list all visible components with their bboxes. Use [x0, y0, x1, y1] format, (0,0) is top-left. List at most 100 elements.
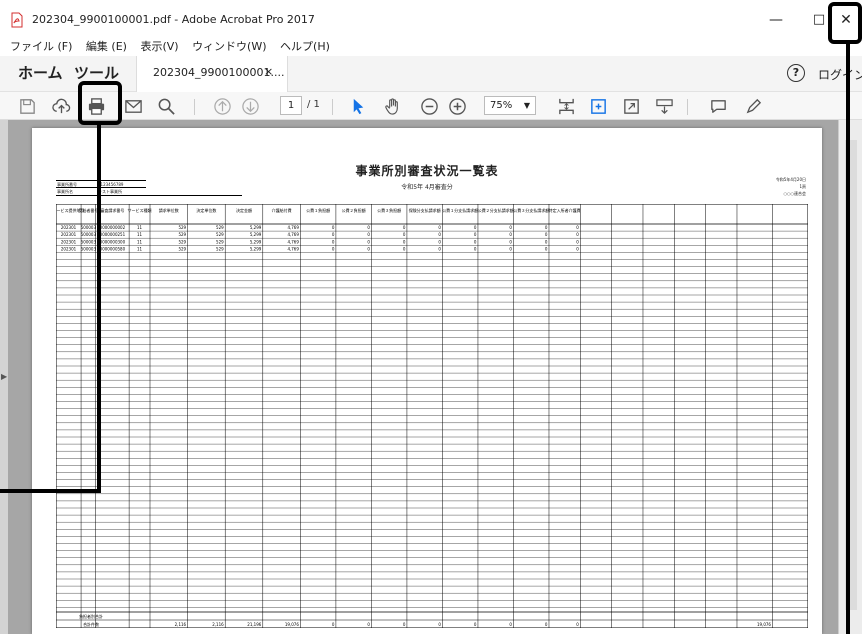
close-button-highlight — [828, 2, 862, 44]
toolbar-divider — [687, 99, 688, 115]
search-icon[interactable] — [155, 96, 177, 116]
callout-line — [97, 124, 101, 493]
table-cell: 500003 — [81, 232, 97, 237]
minimize-button[interactable]: — — [756, 6, 796, 34]
column-header: 審査請求番号 — [100, 207, 124, 213]
office-name-label: 事業所名 — [57, 189, 73, 194]
save-icon[interactable] — [16, 96, 38, 116]
table-cell: 4,769 — [287, 246, 299, 251]
table-cell: 5,299 — [250, 246, 262, 251]
table-cell: 0 — [367, 239, 370, 244]
pdf-file-icon — [11, 12, 23, 28]
footer-value: 0 — [403, 622, 406, 627]
hand-tool-icon[interactable] — [382, 96, 404, 116]
table-cell: 0 — [474, 232, 477, 237]
callout-line — [846, 43, 850, 634]
footer-value: 0 — [474, 622, 477, 627]
highlight-pen-icon[interactable] — [742, 96, 764, 116]
expand-panel-icon[interactable]: ▶ — [1, 372, 7, 381]
select-cursor-icon[interactable] — [347, 96, 369, 116]
zoom-level-select[interactable]: 75% ▼ — [484, 96, 536, 115]
report-date: 令和5年4月20日 — [775, 177, 806, 182]
column-header: 受給者番号 — [78, 207, 98, 213]
pdf-page: 事業所別審査状況一覧表 令和5年 4月審査分 令和5年4月20日 1頁 ○○○連… — [32, 128, 822, 634]
column-header: 決定単位数 — [196, 207, 216, 213]
column-header: 公費２負担額 — [342, 207, 366, 213]
table-cell: 202301 — [61, 239, 77, 244]
table-cell: 0 — [438, 225, 441, 230]
table-cell: 0 — [403, 232, 406, 237]
table-cell: 0 — [576, 232, 579, 237]
table-cell: 0 — [367, 246, 370, 251]
full-screen-icon[interactable] — [620, 96, 642, 116]
table-cell: 500003 — [81, 225, 97, 230]
column-header: 公費２分支払請求額 — [478, 207, 514, 213]
table-cell: 0 — [576, 225, 579, 230]
callout-line — [0, 489, 101, 493]
menu-window[interactable]: ウィンドウ(W) — [192, 40, 266, 53]
zoom-out-icon[interactable] — [418, 96, 440, 116]
column-header: 決定金額 — [236, 207, 252, 213]
chevron-down-icon: ▼ — [523, 101, 530, 110]
menu-view[interactable]: 表示(V) — [140, 40, 178, 53]
table-cell: 529 — [216, 232, 224, 237]
table-cell: 11 — [137, 239, 143, 244]
footer-value: 0 — [438, 622, 441, 627]
table-cell: 5,299 — [250, 239, 262, 244]
table-cell: 4,769 — [287, 239, 299, 244]
table-cell: 0 — [576, 239, 579, 244]
left-panel-toggle[interactable]: ▶ — [0, 120, 8, 634]
tab-document[interactable]: 202304_9900100001.... × — [136, 56, 288, 92]
help-icon[interactable]: ? — [787, 64, 805, 82]
table-cell: 4,769 — [287, 225, 299, 230]
table-cell: 0 — [545, 239, 548, 244]
table-cell: 5,299 — [250, 225, 262, 230]
fit-page-icon[interactable] — [555, 96, 577, 116]
menu-file[interactable]: ファイル (F) — [10, 40, 72, 53]
table-cell: 5,299 — [250, 232, 262, 237]
document-title: 事業所別審査状況一覧表 — [355, 164, 499, 178]
review-status-table: サービス提供年月受給者番号審査請求番号サービス種類請求単位数決定単位数決定金額介… — [56, 204, 808, 628]
menu-edit[interactable]: 編集 (E) — [86, 40, 127, 53]
table-cell: 0 — [367, 225, 370, 230]
table-cell: 529 — [216, 239, 224, 244]
email-icon[interactable] — [122, 96, 144, 116]
footer-value: 0 — [367, 622, 370, 627]
document-workspace: ▶ 事業所別審査状況一覧表 令和5年 4月審査分 令和5年4月20日 1頁 ○○… — [0, 120, 862, 634]
close-tab-icon[interactable]: × — [264, 65, 273, 78]
zoom-in-icon[interactable] — [446, 96, 468, 116]
table-cell: 4,769 — [287, 232, 299, 237]
login-link[interactable]: ログイン — [818, 66, 862, 83]
table-cell: 202301 — [61, 246, 77, 251]
table-cell: 0 — [332, 239, 335, 244]
table-cell: 0 — [332, 232, 335, 237]
rotate-view-icon[interactable] — [587, 96, 609, 116]
menu-help[interactable]: ヘルプ(H) — [280, 40, 330, 53]
table-cell: 0 — [367, 232, 370, 237]
comment-icon[interactable] — [707, 96, 729, 116]
table-cell: 0 — [545, 225, 548, 230]
table-cell: 0 — [545, 246, 548, 251]
previous-page-icon[interactable] — [211, 96, 233, 116]
footer-value: 2,116 — [212, 622, 224, 627]
cloud-upload-icon[interactable] — [50, 96, 72, 116]
right-panel — [838, 120, 862, 634]
table-cell: 11 — [137, 246, 143, 251]
menu-bar: ファイル (F) 編集 (E) 表示(V) ウィンドウ(W) ヘルプ(H) — [0, 34, 862, 56]
next-page-icon[interactable] — [239, 96, 261, 116]
table-cell: 202301 — [61, 225, 77, 230]
table-cell: 0 — [474, 246, 477, 251]
table-cell: 0000000580 — [100, 246, 126, 251]
table-cell: 500003 — [81, 246, 97, 251]
column-header: 請求単位数 — [159, 207, 179, 213]
scroll-mode-icon[interactable] — [653, 96, 675, 116]
column-header: 特定入所者介護費 — [549, 207, 581, 213]
print-button-highlight — [78, 81, 122, 125]
page-number-input[interactable]: 1 — [280, 96, 302, 115]
tab-tools[interactable]: ツール — [74, 62, 119, 83]
footer-value: 0 — [545, 622, 548, 627]
tab-home[interactable]: ホーム — [18, 62, 63, 83]
table-cell: 0 — [509, 246, 512, 251]
table-cell: 529 — [178, 225, 186, 230]
office-number-value: 0123456789 — [98, 182, 124, 187]
